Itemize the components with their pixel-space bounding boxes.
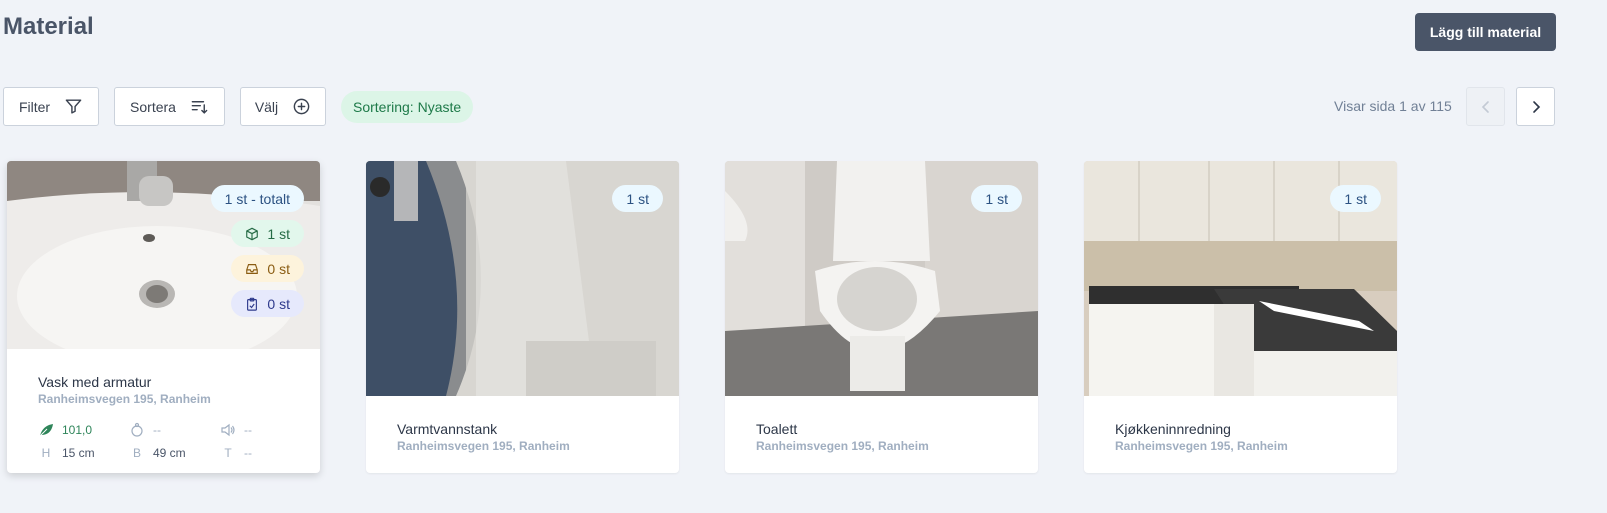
card-address: Ranheimsvegen 195, Ranheim xyxy=(756,439,929,453)
height-stat: H 15 cm xyxy=(38,446,95,460)
weight-value: -- xyxy=(153,423,161,437)
depth-key: T xyxy=(224,446,232,460)
card-title: Toalett xyxy=(756,421,798,437)
select-button[interactable]: Välj xyxy=(240,87,326,126)
quantity-badge: 1 st xyxy=(971,185,1022,212)
card-address: Ranheimsvegen 195, Ranheim xyxy=(1115,439,1288,453)
sound-value: -- xyxy=(244,423,252,437)
material-card[interactable]: 1 st Toalett Ranheimsvegen 195, Ranheim xyxy=(725,161,1038,473)
prev-page-button[interactable] xyxy=(1466,87,1505,126)
card-title: Varmtvannstank xyxy=(397,421,498,437)
quantity-badge: 1 st xyxy=(612,185,663,212)
total-count-badge: 1 st - totalt xyxy=(210,185,304,212)
select-label: Välj xyxy=(254,98,279,115)
sound-stat: -- xyxy=(220,422,252,438)
quantity-badge: 1 st xyxy=(1330,185,1381,212)
add-material-button[interactable]: Lägg till material xyxy=(1415,13,1556,51)
card-address: Ranheimsvegen 195, Ranheim xyxy=(397,439,570,453)
material-card[interactable]: 1 st - totalt 1 st 0 st 0 st Vask med ar… xyxy=(7,161,320,473)
clipboard-icon xyxy=(247,297,258,311)
width-value: 49 cm xyxy=(153,446,186,460)
leaf-icon xyxy=(39,424,53,437)
plus-circle-icon xyxy=(293,98,310,115)
page-info: Visar sida 1 av 115 xyxy=(1334,98,1452,114)
box-icon xyxy=(246,227,259,240)
height-key: H xyxy=(41,446,51,460)
used-count: 0 st xyxy=(267,295,290,312)
card-title: Kjøkkeninnredning xyxy=(1115,421,1231,437)
depth-value: -- xyxy=(244,446,252,460)
depth-stat: T -- xyxy=(220,446,252,460)
available-count: 1 st xyxy=(267,225,290,242)
sound-icon xyxy=(221,423,235,437)
tray-icon xyxy=(246,263,259,274)
reserved-badge: 0 st xyxy=(231,255,304,282)
width-key: B xyxy=(132,446,141,460)
width-stat: B 49 cm xyxy=(129,446,186,460)
weight-stat: -- xyxy=(129,422,161,438)
chevron-left-icon xyxy=(1481,100,1489,113)
available-badge: 1 st xyxy=(231,220,304,247)
funnel-icon xyxy=(65,99,82,114)
reserved-count: 0 st xyxy=(267,260,290,277)
material-card[interactable]: 1 st Kjøkkeninnredning Ranheimsvegen 195… xyxy=(1084,161,1397,473)
used-badge: 0 st xyxy=(231,290,304,317)
chevron-right-icon xyxy=(1532,100,1540,113)
card-address: Ranheimsvegen 195, Ranheim xyxy=(38,392,211,406)
sort-icon xyxy=(191,101,208,114)
co2-stat: 101,0 xyxy=(38,422,92,438)
height-value: 15 cm xyxy=(62,446,95,460)
filter-button[interactable]: Filter xyxy=(3,87,99,126)
next-page-button[interactable] xyxy=(1516,87,1555,126)
sort-label: Sortera xyxy=(130,98,176,115)
weight-icon xyxy=(131,422,143,437)
card-title: Vask med armatur xyxy=(38,374,152,390)
material-card[interactable]: 1 st Varmtvannstank Ranheimsvegen 195, R… xyxy=(366,161,679,473)
page-title: Material xyxy=(3,13,94,40)
sort-button[interactable]: Sortera xyxy=(114,87,225,126)
sort-chip[interactable]: Sortering: Nyaste xyxy=(341,91,474,123)
filter-label: Filter xyxy=(18,98,51,115)
co2-value: 101,0 xyxy=(62,423,93,437)
